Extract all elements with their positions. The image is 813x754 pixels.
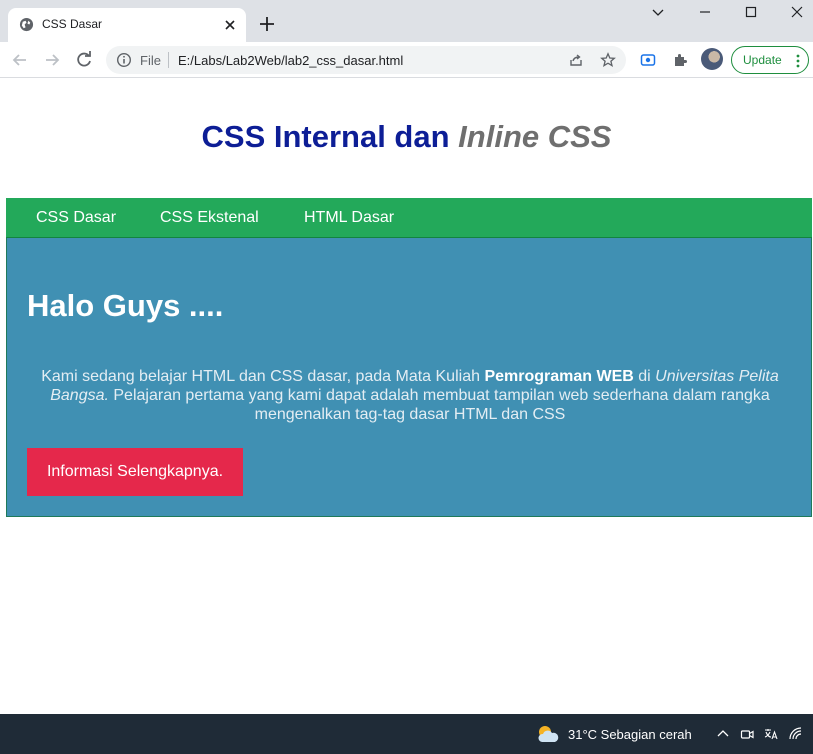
- bookmark-star-icon[interactable]: [600, 52, 616, 68]
- hero-heading: Halo Guys ....: [27, 288, 224, 323]
- wifi-icon[interactable]: [788, 726, 804, 742]
- page-title-main: CSS Internal dan: [201, 119, 459, 154]
- more-info-button[interactable]: Informasi Selengkapnya.: [27, 448, 243, 496]
- share-icon[interactable]: [568, 52, 584, 68]
- windows-taskbar: 31°C Sebagian cerah: [0, 714, 813, 754]
- info-icon[interactable]: [116, 52, 132, 68]
- partly-cloudy-icon[interactable]: [536, 723, 560, 745]
- hero-text-bold: Pemrograman WEB: [484, 368, 634, 385]
- hero-text-part2: di: [633, 368, 656, 385]
- weather-text[interactable]: 31°C Sebagian cerah: [568, 727, 692, 742]
- hero-section: Halo Guys .... Kami sedang belajar HTML …: [6, 238, 812, 517]
- forward-arrow-icon[interactable]: [42, 50, 62, 70]
- update-button[interactable]: Update: [731, 46, 809, 74]
- update-label: Update: [743, 53, 782, 67]
- minimize-icon[interactable]: [697, 4, 713, 20]
- tab-strip: CSS Dasar: [0, 0, 813, 42]
- hero-paragraph: Kami sedang belajar HTML dan CSS dasar, …: [37, 367, 783, 424]
- profile-avatar[interactable]: [701, 48, 723, 70]
- meet-now-icon[interactable]: [739, 726, 755, 742]
- hero-text-part3: Pelajaran pertama yang kami dapat adalah…: [108, 387, 770, 423]
- browser-toolbar: File E:/Labs/Lab2Web/lab2_css_dasar.html…: [0, 42, 813, 78]
- browser-tab[interactable]: CSS Dasar: [8, 8, 246, 42]
- hero-text-part1: Kami sedang belajar HTML dan CSS dasar, …: [41, 368, 485, 385]
- input-language-icon[interactable]: [763, 726, 779, 742]
- new-tab-icon[interactable]: [258, 15, 276, 33]
- main-navbar: CSS Dasar CSS Ekstenal HTML Dasar: [6, 198, 812, 238]
- more-info-button-label: Informasi Selengkapnya.: [46, 463, 224, 480]
- tab-title: CSS Dasar: [42, 17, 103, 31]
- reload-icon[interactable]: [74, 50, 94, 70]
- page-title-italic: Inline CSS: [458, 119, 612, 154]
- back-arrow-icon[interactable]: [10, 50, 30, 70]
- chevron-down-icon[interactable]: [650, 4, 666, 20]
- extensions-puzzle-icon[interactable]: [672, 52, 688, 68]
- globe-icon: [19, 17, 34, 32]
- nav-link-html-dasar[interactable]: HTML Dasar: [304, 208, 394, 227]
- chevron-up-icon[interactable]: [715, 726, 731, 742]
- maximize-icon[interactable]: [743, 4, 759, 20]
- url-text[interactable]: E:/Labs/Lab2Web/lab2_css_dasar.html: [178, 53, 403, 68]
- page-title: CSS Internal dan Inline CSS: [0, 118, 813, 156]
- divider: [168, 52, 169, 68]
- address-bar[interactable]: File E:/Labs/Lab2Web/lab2_css_dasar.html: [106, 46, 626, 74]
- more-vert-icon[interactable]: [794, 53, 802, 69]
- nav-link-css-dasar[interactable]: CSS Dasar: [36, 208, 116, 227]
- screen-cast-icon[interactable]: [640, 52, 656, 68]
- close-window-icon[interactable]: [789, 4, 805, 20]
- scheme-label: File: [140, 53, 161, 68]
- close-tab-icon[interactable]: [222, 17, 238, 33]
- nav-link-css-ekstenal[interactable]: CSS Ekstenal: [160, 208, 259, 227]
